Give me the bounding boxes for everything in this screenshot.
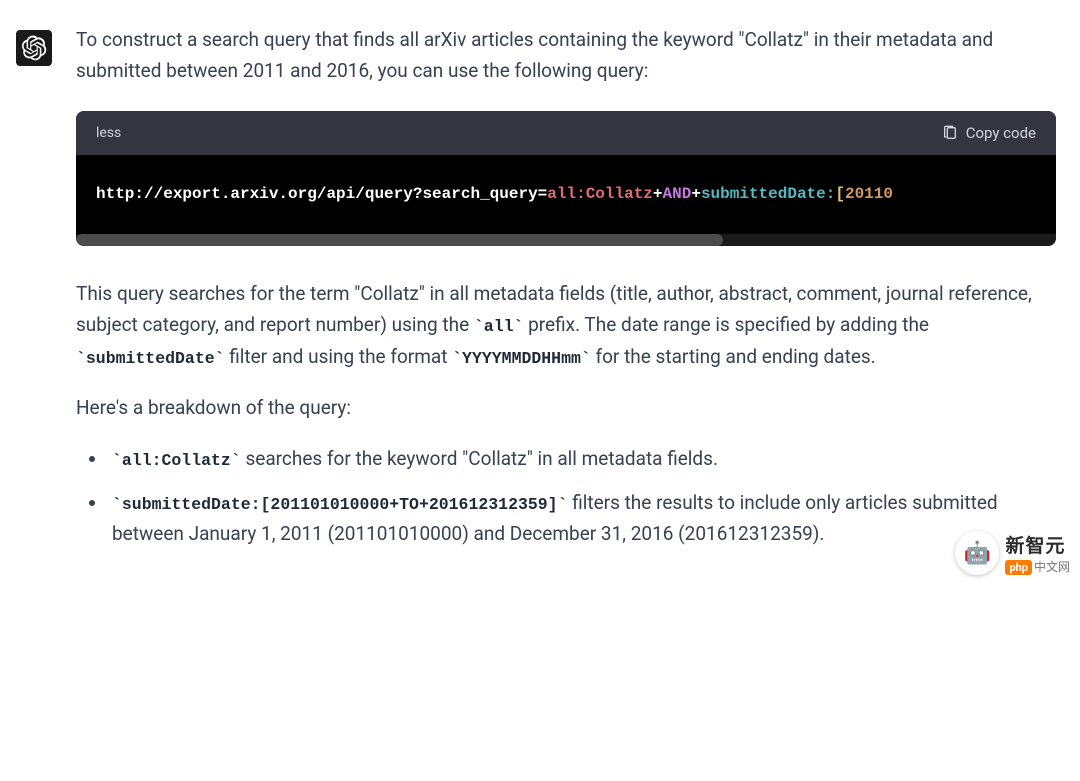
explanation-paragraph: This query searches for the term "Collat… [76, 278, 1056, 372]
watermark-logo-icon: 🤖 [955, 531, 999, 575]
scrollbar-thumb[interactable] [76, 234, 723, 246]
inline-code-all: `all` [474, 317, 524, 336]
intro-paragraph: To construct a search query that finds a… [76, 24, 1056, 87]
watermark-subtext: php中文网 [1005, 558, 1070, 575]
copy-code-button[interactable]: Copy code [942, 121, 1036, 146]
clipboard-icon [942, 125, 958, 141]
breakdown-intro: Here's a breakdown of the query: [76, 392, 1056, 423]
code-language-label: less [96, 122, 121, 145]
code-body[interactable]: http://export.arxiv.org/api/query?search… [76, 155, 1056, 233]
assistant-avatar [16, 30, 52, 66]
horizontal-scrollbar[interactable] [76, 234, 1056, 246]
inline-code-submitteddate: `submittedDate` [76, 349, 225, 368]
breakdown-list: `all:Collatz` searches for the keyword "… [76, 443, 1056, 549]
code-block: less Copy code http://export.arxiv.org/a… [76, 111, 1056, 246]
inline-code-daterange: `submittedDate:[201101010000+TO+20161231… [112, 495, 567, 514]
openai-logo-icon [21, 35, 47, 61]
inline-code-allcollatz: `all:Collatz` [112, 451, 241, 470]
message-container: To construct a search query that finds a… [0, 0, 1080, 585]
watermark: 🤖 新智元 php中文网 [955, 531, 1070, 575]
list-item: `all:Collatz` searches for the keyword "… [108, 443, 1056, 474]
code-header: less Copy code [76, 111, 1056, 156]
code-content: http://export.arxiv.org/api/query?search… [96, 181, 1036, 207]
copy-code-label: Copy code [966, 121, 1036, 146]
inline-code-dateformat: `YYYYMMDDHHmm` [452, 349, 591, 368]
message-content: To construct a search query that finds a… [76, 24, 1056, 561]
list-item: `submittedDate:[201101010000+TO+20161231… [108, 487, 1056, 550]
watermark-brand: 新智元 [1005, 531, 1070, 558]
